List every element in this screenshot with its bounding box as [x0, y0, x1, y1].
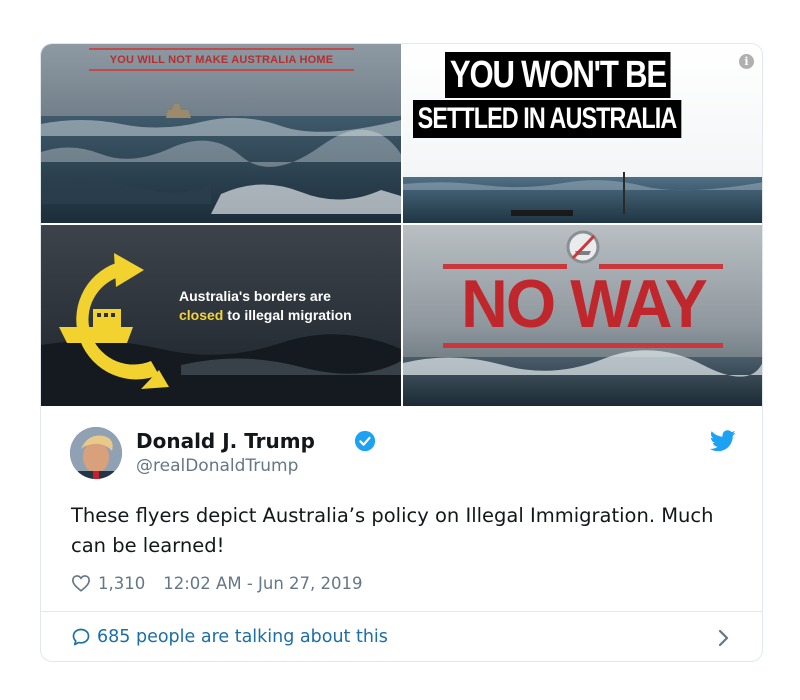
chevron-right-icon[interactable]: [717, 629, 729, 647]
flyer-image-no-way[interactable]: NO WAY: [403, 225, 762, 406]
like-count[interactable]: 1,310: [98, 574, 145, 593]
banner-rule-bottom: [89, 69, 354, 71]
avatar[interactable]: [70, 427, 122, 479]
speech-bubble-icon: [72, 628, 90, 646]
verified-badge-icon: [354, 430, 376, 452]
flyer-banner-text: YOU WILL NOT MAKE AUSTRALIA HOME: [109, 54, 334, 66]
banner-rule-top: [89, 48, 354, 50]
flyer-no-way-text: NO WAY: [461, 266, 708, 342]
prohibited-boat-icon: [566, 230, 600, 264]
media-grid[interactable]: YOU WILL NOT MAKE AUSTRALIA HOME YOU WON…: [41, 44, 762, 406]
flyer-caption-line1: Australia's borders are: [179, 288, 331, 304]
embedded-tweet-card[interactable]: YOU WILL NOT MAKE AUSTRALIA HOME YOU WON…: [40, 43, 763, 662]
author-handle[interactable]: @realDonaldTrump: [136, 456, 298, 476]
flyer-image-not-make-home[interactable]: YOU WILL NOT MAKE AUSTRALIA HOME: [41, 44, 401, 223]
flyer-headline-line1: YOU WON'T BE: [445, 52, 671, 98]
flyer-caption-line2: to illegal migration: [223, 307, 352, 323]
tweet-text: These flyers depict Australia’s policy o…: [71, 504, 714, 557]
conversation-row: 685 people are talking about this: [71, 627, 388, 647]
no-way-rule-bottom: [443, 343, 723, 348]
tweet-meta: 1,310 12:02 AM - Jun 27, 2019: [71, 572, 363, 594]
profile-photo: [70, 427, 122, 479]
flyer-caption-highlight: closed: [179, 307, 224, 323]
flyer-headline-line2: SETTLED IN AUSTRALIA: [413, 100, 681, 138]
flyer-image-borders-closed[interactable]: Australia's borders are closed to illega…: [41, 225, 401, 406]
tweet-timestamp[interactable]: 12:02 AM - Jun 27, 2019: [163, 574, 362, 593]
conversation-count-text[interactable]: 685 people are talking about this: [97, 627, 388, 647]
twitter-bird-icon[interactable]: [710, 430, 736, 452]
info-icon[interactable]: i: [739, 54, 754, 69]
flyer-image-wont-be-settled[interactable]: YOU WON'T BE SETTLED IN AUSTRALIA i: [403, 44, 762, 223]
conversation-link[interactable]: 685 people are talking about this: [41, 611, 762, 661]
author-name[interactable]: Donald J. Trump: [136, 429, 315, 453]
heart-icon[interactable]: [71, 574, 91, 592]
flyer-caption: Australia's borders are closed to illega…: [179, 287, 394, 325]
